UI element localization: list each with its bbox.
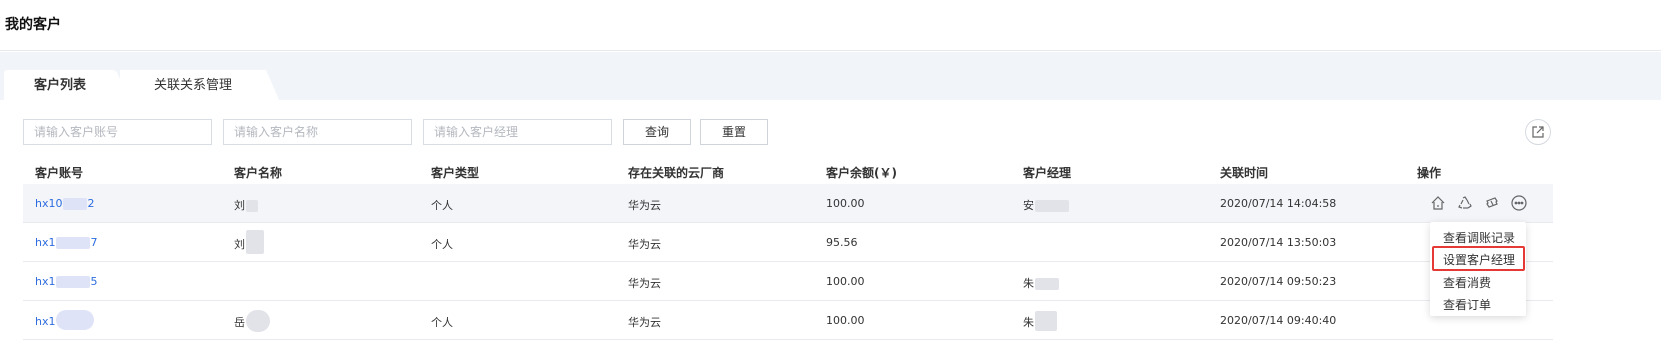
- highlight-box: [1432, 246, 1525, 271]
- menu-item-adjust-records[interactable]: 查看调账记录: [1443, 229, 1515, 246]
- relation-time: 2020/07/14 09:40:40: [1220, 314, 1337, 327]
- balance: 100.00: [826, 275, 865, 288]
- table-row: hx1 岳 个人 华为云 100.00 朱 2020/07/14 09:40:4…: [23, 301, 1553, 340]
- customer-list-panel: 查询 重置 客户账号 客户名称 客户类型 存在关联的云厂商 客户余额(￥) 客户…: [0, 100, 1661, 359]
- manager: 朱: [1023, 275, 1059, 291]
- relation-time: 2020/07/14 09:50:23: [1220, 275, 1337, 288]
- header-name: 客户名称: [234, 166, 283, 180]
- manager: 安: [1023, 197, 1069, 213]
- cloud-vendor: 华为云: [628, 238, 661, 251]
- query-button[interactable]: 查询: [623, 119, 691, 145]
- table-header: 客户账号 客户名称 客户类型 存在关联的云厂商 客户余额(￥) 客户经理 关联时…: [23, 156, 1553, 184]
- customer-name: 刘: [234, 230, 264, 254]
- balance: 100.00: [826, 197, 865, 210]
- reset-button[interactable]: 重置: [700, 119, 768, 145]
- customer-name: 刘: [234, 197, 258, 213]
- relation-time: 2020/07/14 13:50:03: [1220, 236, 1337, 249]
- recycle-icon[interactable]: [1454, 193, 1476, 213]
- customer-type: 个人: [431, 238, 453, 251]
- home-icon[interactable]: [1427, 193, 1449, 213]
- content-area: 客户列表 关联关系管理 查询 重置 客户账号 客户名称 客户类型 存在关联的云厂…: [0, 52, 1661, 359]
- cloud-vendor: 华为云: [628, 277, 661, 290]
- row-actions: [1427, 193, 1530, 213]
- header-actions: 操作: [1417, 166, 1442, 180]
- export-icon: [1532, 126, 1544, 138]
- page-title: 我的客户: [5, 17, 61, 33]
- account-link[interactable]: hx1 5: [35, 275, 97, 288]
- menu-item-view-orders[interactable]: 查看订单: [1443, 296, 1491, 313]
- balance: 95.56: [826, 236, 858, 249]
- header-type: 客户类型: [431, 166, 480, 180]
- table-row: hx1 7 刘 个人 华为云 95.56 2020/07/14 13:50:03: [23, 223, 1553, 262]
- header-account: 客户账号: [35, 166, 84, 180]
- table-row: hx1 5 华为云 100.00 朱 2020/07/14 09:50:23: [23, 262, 1553, 301]
- header-cloud-vendor: 存在关联的云厂商: [628, 166, 725, 180]
- manager-search-input[interactable]: [423, 119, 612, 145]
- account-link[interactable]: hx10 2: [35, 197, 94, 210]
- ticket-icon[interactable]: [1481, 193, 1503, 213]
- menu-item-view-consumption[interactable]: 查看消费: [1443, 274, 1491, 291]
- customer-type: 个人: [431, 199, 453, 212]
- tab-customer-list[interactable]: 客户列表: [4, 70, 130, 102]
- export-button[interactable]: [1525, 119, 1551, 145]
- customer-name: 岳: [234, 309, 270, 332]
- cloud-vendor: 华为云: [628, 199, 661, 212]
- account-link[interactable]: hx1: [35, 310, 95, 330]
- page-header: 我的客户: [0, 0, 1661, 51]
- tab-relation-management[interactable]: 关联关系管理: [120, 70, 280, 102]
- customer-type: 个人: [431, 316, 453, 329]
- more-icon[interactable]: [1508, 193, 1530, 213]
- header-manager: 客户经理: [1023, 166, 1072, 180]
- header-time: 关联时间: [1220, 166, 1269, 180]
- manager: 朱: [1023, 311, 1057, 331]
- header-balance: 客户余额(￥): [826, 166, 897, 180]
- relation-time: 2020/07/14 14:04:58: [1220, 197, 1337, 210]
- table-row: hx10 2 刘 个人 华为云 100.00 安 2020/07/14 14:04…: [23, 184, 1553, 223]
- cloud-vendor: 华为云: [628, 316, 661, 329]
- account-link[interactable]: hx1 7: [35, 236, 97, 249]
- account-search-input[interactable]: [23, 119, 212, 145]
- balance: 100.00: [826, 314, 865, 327]
- name-search-input[interactable]: [223, 119, 412, 145]
